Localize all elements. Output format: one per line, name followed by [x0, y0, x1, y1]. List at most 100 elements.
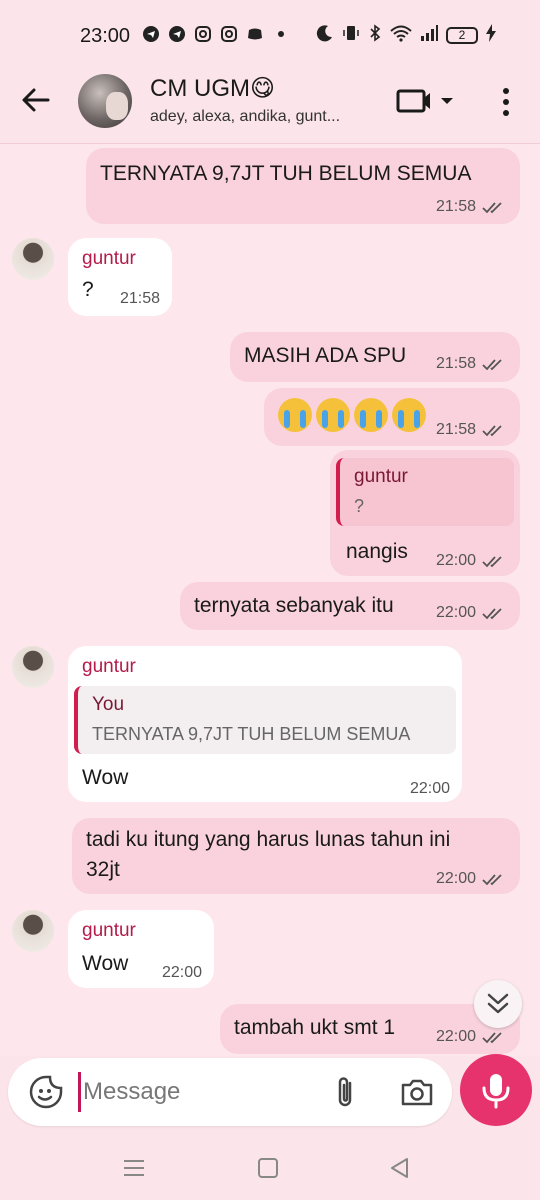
- sender-name[interactable]: guntur: [82, 248, 136, 270]
- sender-avatar[interactable]: [12, 238, 54, 280]
- message-meta: 22:00: [436, 552, 508, 570]
- message-incoming-reply[interactable]: guntur You TERNYATA 9,7JT TUH BELUM SEMU…: [68, 646, 462, 802]
- attach-button[interactable]: [330, 1074, 360, 1110]
- message-time: 21:58: [119, 290, 160, 307]
- telegram-icon: [143, 26, 159, 42]
- message-time: 22:00: [435, 552, 476, 569]
- message-outgoing[interactable]: ternyata sebanyak itu 22:00: [180, 582, 520, 630]
- status-time: 23:00: [80, 25, 131, 47]
- loudly-crying-emoji-icon: [392, 398, 426, 432]
- quote-text: TERNYATA 9,7JT TUH BELUM SEMUA: [92, 724, 411, 744]
- video-call-button[interactable]: [396, 86, 460, 116]
- message-text: ?: [82, 278, 94, 301]
- chat-header: CM UGM😋 adey, alexa, andika, gunt...: [0, 60, 540, 144]
- message-outgoing[interactable]: tadi ku itung yang harus lunas tahun ini…: [72, 818, 520, 894]
- message-text-line-1: tadi ku itung yang harus lunas tahun ini: [86, 828, 451, 851]
- message-time: 22:00: [409, 780, 450, 797]
- system-icons: 2: [316, 24, 496, 47]
- message-text: MASIH ADA SPU: [244, 344, 407, 367]
- message-text-line-2: 32jt: [86, 858, 120, 881]
- message-input[interactable]: [78, 1072, 318, 1112]
- discord-icon: [247, 26, 263, 42]
- home-button[interactable]: [256, 1156, 280, 1180]
- system-navigation-bar: [0, 1134, 540, 1200]
- message-incoming[interactable]: guntur ? 21:58: [68, 238, 172, 316]
- message-incoming[interactable]: guntur Wow 22:00: [68, 910, 214, 988]
- scroll-to-bottom-button[interactable]: [474, 980, 522, 1028]
- recents-button[interactable]: [122, 1156, 146, 1180]
- sender-avatar[interactable]: [12, 910, 54, 952]
- menu-lines-icon: [124, 1160, 144, 1176]
- telegram-icon: [169, 26, 185, 42]
- notification-icons: [143, 26, 289, 42]
- camera-icon: [401, 1079, 433, 1106]
- charging-icon: [486, 24, 496, 47]
- message-time: 22:00: [435, 870, 476, 887]
- bluetooth-icon: [368, 24, 382, 47]
- chat-title[interactable]: CM UGM😋: [150, 74, 275, 103]
- double-check-icon: [482, 202, 502, 214]
- quote-sender: You: [92, 694, 125, 715]
- signal-icon: [420, 25, 438, 46]
- double-chevron-down-icon: [487, 993, 509, 1014]
- reply-quote[interactable]: You TERNYATA 9,7JT TUH BELUM SEMUA: [74, 686, 456, 754]
- voice-record-button[interactable]: [460, 1054, 532, 1126]
- sticker-button[interactable]: [28, 1074, 64, 1110]
- sender-name[interactable]: guntur: [82, 656, 136, 678]
- message-meta: 22:00: [410, 780, 450, 798]
- loudly-crying-emoji-icon: [354, 398, 388, 432]
- message-outgoing[interactable]: MASIH ADA SPU 21:58: [230, 332, 520, 382]
- emoji-row: [278, 398, 426, 432]
- message-composer: [8, 1058, 452, 1126]
- reply-quote[interactable]: guntur ?: [336, 458, 514, 526]
- vibrate-icon: [342, 24, 360, 47]
- double-check-icon: [482, 556, 502, 568]
- sticker-smiley-icon: [29, 1075, 63, 1109]
- double-check-icon: [482, 1032, 502, 1044]
- message-outgoing-reply[interactable]: guntur ? nangis 22:00: [330, 450, 520, 576]
- message-meta: 21:58: [436, 355, 508, 373]
- dot-icon: [273, 26, 289, 42]
- quote-sender: guntur: [354, 466, 408, 487]
- wifi-icon: [390, 24, 412, 47]
- message-meta: 21:58: [120, 290, 160, 308]
- camera-button[interactable]: [400, 1076, 434, 1108]
- battery-icon: 2: [446, 27, 478, 44]
- message-meta: 22:00: [436, 604, 508, 622]
- video-camera-icon: [396, 89, 453, 113]
- square-home-icon: [258, 1158, 278, 1178]
- microphone-icon: [482, 1074, 510, 1109]
- more-vertical-icon: [503, 88, 509, 116]
- message-list[interactable]: TERNYATA 9,7JT TUH BELUM SEMUA 21:58 gun…: [0, 144, 540, 1056]
- message-time: 21:58: [435, 355, 476, 372]
- message-text: Wow: [82, 766, 129, 789]
- loudly-crying-emoji-icon: [316, 398, 350, 432]
- sender-avatar[interactable]: [12, 646, 54, 688]
- instagram-icon: [195, 26, 211, 42]
- message-meta: 21:58: [436, 198, 508, 216]
- message-meta: 21:58: [436, 421, 508, 439]
- message-time: 22:00: [161, 964, 202, 981]
- message-outgoing[interactable]: TERNYATA 9,7JT TUH BELUM SEMUA 21:58: [86, 148, 520, 224]
- message-meta: 22:00: [162, 964, 202, 982]
- instagram-icon: [221, 26, 237, 42]
- moon-icon: [316, 24, 334, 47]
- paperclip-icon: [338, 1077, 352, 1107]
- more-options-button[interactable]: [496, 84, 516, 120]
- sender-name[interactable]: guntur: [82, 920, 136, 942]
- quote-text: ?: [354, 496, 365, 516]
- system-back-button[interactable]: [388, 1156, 412, 1180]
- loudly-crying-emoji-icon: [278, 398, 312, 432]
- back-button[interactable]: [18, 82, 54, 118]
- chat-subtitle[interactable]: adey, alexa, andika, gunt...: [150, 108, 370, 126]
- message-text: Wow: [82, 952, 129, 975]
- message-outgoing[interactable]: 21:58: [264, 388, 520, 446]
- double-check-icon: [482, 608, 502, 620]
- triangle-back-icon: [391, 1158, 408, 1178]
- message-text: ternyata sebanyak itu: [194, 594, 394, 617]
- message-time: 22:00: [435, 604, 476, 621]
- group-avatar[interactable]: [78, 74, 132, 128]
- double-check-icon: [482, 425, 502, 437]
- arrow-left-icon: [22, 88, 50, 112]
- message-text: nangis: [346, 540, 408, 563]
